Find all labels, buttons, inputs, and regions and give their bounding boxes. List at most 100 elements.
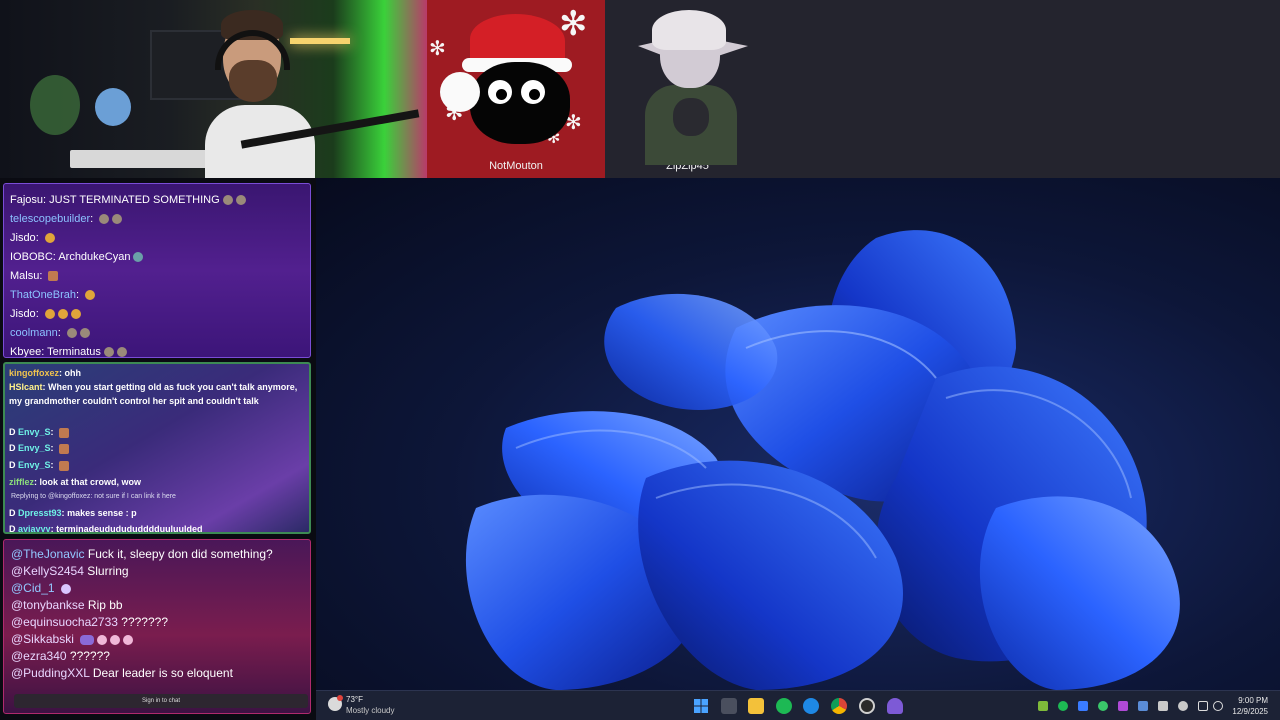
weather-temperature[interactable]: 73°F	[346, 695, 363, 704]
petal	[979, 496, 1180, 690]
chat-text: Terminatus	[47, 346, 101, 358]
cat-icon	[673, 98, 709, 136]
plush-toy	[95, 88, 131, 126]
chat-username: @ezra340	[11, 649, 67, 663]
chat-message: D Envy_S:	[9, 458, 307, 472]
ring-emote-icon	[44, 233, 55, 244]
tray-icon[interactable]	[1158, 701, 1168, 711]
chat-message: D Envy_S:	[9, 441, 307, 455]
windows-start-icon[interactable]	[693, 698, 709, 714]
petal	[604, 293, 778, 410]
edge-icon[interactable]	[803, 698, 819, 714]
tray-icon[interactable]	[1178, 701, 1188, 711]
chat-message: Kbyee: Terminatus	[10, 346, 127, 358]
tray-icon[interactable]	[1098, 701, 1108, 711]
chat-message: telescopebuilder:	[10, 213, 123, 225]
task-view-icon[interactable]	[721, 698, 737, 714]
taskbar: 73°F Mostly cloudy 9:00 PM 12/9/2025	[316, 690, 1280, 720]
avatar-eye	[521, 80, 545, 104]
chrome-icon[interactable]	[831, 698, 847, 714]
avatar-eye	[488, 80, 512, 104]
ring-emote-icon	[85, 290, 96, 301]
elf-avatar-hair	[652, 10, 726, 50]
ring-emote-icon	[57, 309, 68, 320]
sign-in-to-chat-button[interactable]: Sign in to chat	[14, 694, 308, 708]
chat-text: terminadeududududddduuluulded	[56, 524, 203, 534]
terminator-emote-icon	[116, 347, 127, 357]
chat-message: @equinsuocha2733 ???????	[11, 615, 168, 629]
webcam-feed	[0, 0, 427, 178]
chat-message: D ayjayyy: terminadeududududddduuluulded	[9, 524, 203, 534]
chat-username: Dpresst93	[18, 508, 62, 518]
chat-username: IOBOBC	[10, 251, 53, 263]
chat-message: D Envy_S:	[9, 425, 307, 439]
chat-panel-2: kingoffoxez: ohh HSIcant: When you start…	[3, 362, 311, 534]
screen: ✻ ✻ ✻ ✻ ✻ NotMouton ZipZip45 Fajosu: JUS…	[0, 0, 1280, 720]
chat-text: Rip bb	[87, 598, 123, 612]
network-icon[interactable]	[1198, 701, 1208, 711]
file-explorer-icon[interactable]	[748, 698, 764, 714]
chat-username: @PuddingXXL	[11, 666, 90, 680]
steam-icon[interactable]	[1138, 701, 1148, 711]
chat-username: @Cid_1	[11, 581, 55, 595]
weather-alert-icon	[337, 695, 343, 701]
face-emote-icon	[110, 634, 121, 645]
chat-message: HSIcant: When you start getting old as f…	[9, 382, 298, 406]
chat-text: ???????	[121, 615, 168, 629]
badge-icon: D	[9, 460, 16, 470]
weather-condition[interactable]: Mostly cloudy	[346, 706, 394, 715]
chat-message: Jisdo:	[10, 308, 81, 320]
badge-icon: D	[9, 524, 16, 534]
chat-text: look at that crowd, wow	[39, 477, 142, 487]
terminator-emote-icon	[112, 214, 123, 225]
snowflake-icon: ✻	[429, 38, 446, 60]
small-emote-icon	[60, 583, 71, 594]
face-emote-icon	[48, 271, 59, 282]
chat-message: D Dpresst93: makes sense : p	[9, 508, 137, 518]
taskbar-clock[interactable]: 9:00 PM 12/9/2025	[1232, 695, 1268, 717]
volume-icon[interactable]	[1213, 701, 1223, 711]
badge-icon: D	[9, 443, 16, 453]
chat-message: Jisdo:	[10, 232, 55, 244]
reply-context: Replying to @kingoffoxez: not sure if I …	[11, 493, 176, 500]
chat-username: Malsu	[10, 270, 40, 282]
chat-panel-1: Fajosu: JUST TERMINATED SOMETHING telesc…	[3, 183, 311, 358]
chat-username: ThatOneBrah	[10, 289, 77, 301]
spotify-icon[interactable]	[776, 698, 792, 714]
chat-message: kingoffoxez: ohh	[9, 368, 82, 378]
chat-message: zifflez: look at that crowd, wow	[9, 477, 142, 487]
chat-username: Envy_S	[18, 443, 51, 453]
obs-icon[interactable]	[859, 698, 875, 714]
chat-username: Envy_S	[18, 460, 51, 470]
app-icon[interactable]	[887, 698, 903, 714]
chat-username: telescopebuilder	[10, 213, 91, 225]
chat-username: ayjayyy	[18, 524, 51, 534]
piano-keyboard	[70, 150, 220, 168]
tray-icon[interactable]	[1078, 701, 1088, 711]
chat-username: @TheJonavic	[11, 547, 85, 561]
chat-username: kingoffoxez	[9, 368, 60, 378]
chat-username: Fajosu	[10, 194, 44, 206]
chat-message: coolmann:	[10, 327, 90, 339]
clock-time: 9:00 PM	[1238, 696, 1268, 705]
terminator-emote-icon	[235, 195, 246, 206]
chat-message: IOBOBC: ArchdukeCyan	[10, 251, 144, 263]
terminator-emote-icon	[103, 347, 114, 357]
desktop-wallpaper	[316, 178, 1280, 690]
chat-text: Slurring	[87, 564, 129, 578]
chat-text: Dear leader is so eloquent	[92, 666, 233, 680]
plant	[30, 75, 80, 135]
small-emote-icon	[133, 252, 144, 263]
chat-column: Fajosu: JUST TERMINATED SOMETHING telesc…	[0, 178, 316, 720]
guest-name-1: NotMouton	[489, 160, 543, 172]
tray-icon[interactable]	[1038, 701, 1048, 711]
spotify-tray-icon[interactable]	[1058, 701, 1068, 711]
face-emote-icon	[97, 634, 108, 645]
chat-username: coolmann	[10, 327, 58, 339]
chat-message: ThatOneBrah:	[10, 289, 96, 301]
tray-icon[interactable]	[1118, 701, 1128, 711]
chat-text: When you start getting old as fuck you c…	[9, 382, 298, 406]
terminator-emote-icon	[99, 214, 110, 225]
black-blob-avatar	[470, 62, 570, 144]
face-emote-icon	[59, 460, 70, 471]
